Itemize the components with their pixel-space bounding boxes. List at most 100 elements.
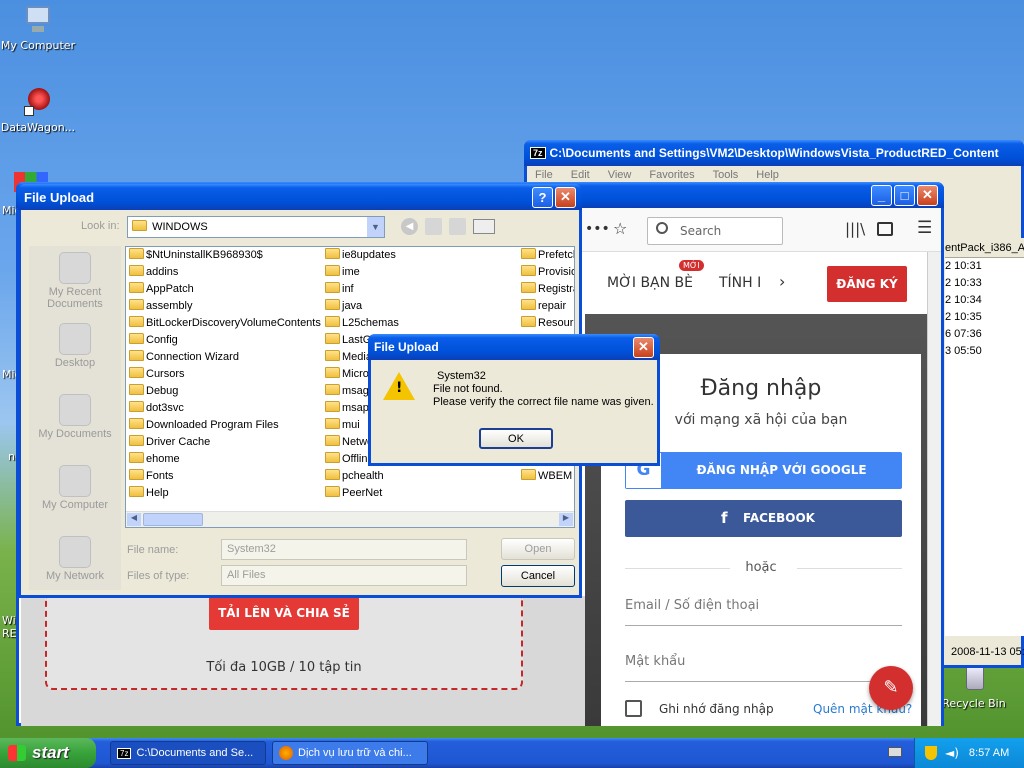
- my-network-icon: [59, 536, 91, 568]
- menu-tools[interactable]: Tools: [713, 169, 739, 181]
- file-name-input[interactable]: System32: [221, 539, 467, 560]
- signup-button[interactable]: ĐĂNG KÝ: [827, 266, 907, 302]
- file-list-item[interactable]: ime: [325, 264, 518, 281]
- file-list-item[interactable]: Prefetch: [521, 247, 574, 264]
- taskbar-item-archive[interactable]: 7z C:\Documents and Se...: [110, 741, 266, 765]
- file-list-item[interactable]: PeerNet: [325, 485, 518, 502]
- taskbar-item-browser[interactable]: Dịch vụ lưu trữ và chi...: [272, 741, 428, 765]
- menu-favorites[interactable]: Favorites: [649, 169, 694, 181]
- file-list-item[interactable]: repair: [521, 298, 574, 315]
- file-upload-titlebar[interactable]: File Upload ? ✕: [18, 184, 582, 210]
- place-my-network[interactable]: My Network: [29, 530, 121, 601]
- back-icon[interactable]: ◀: [401, 218, 418, 235]
- menu-edit[interactable]: Edit: [571, 169, 590, 181]
- file-list-item[interactable]: Driver Cache: [129, 434, 322, 451]
- search-input[interactable]: Search: [647, 217, 783, 245]
- file-list-item[interactable]: Registra: [521, 281, 574, 298]
- bookmark-star-icon[interactable]: ☆: [613, 219, 627, 238]
- file-list-item[interactable]: WBEM: [521, 468, 574, 485]
- look-in-select[interactable]: WINDOWS ▼: [127, 216, 385, 238]
- keyboard-icon[interactable]: [888, 747, 902, 757]
- file-list-item[interactable]: Help: [129, 485, 322, 502]
- file-list-item[interactable]: ie8updates: [325, 247, 518, 264]
- chevron-right-icon[interactable]: ›: [779, 272, 785, 291]
- computer-icon: [22, 4, 54, 36]
- archive-list[interactable]: entPack_i386_AM 2 10:31 2 10:33 2 10:34 …: [945, 238, 1024, 636]
- file-list-item[interactable]: L25chemas: [325, 315, 518, 332]
- desktop-icon-recycle-bin[interactable]: Recycle Bin: [934, 662, 1014, 710]
- scroll-right-icon[interactable]: ▶: [559, 513, 573, 526]
- look-in-value: WINDOWS: [152, 221, 208, 233]
- file-list-item[interactable]: Debug: [129, 383, 322, 400]
- file-list-item[interactable]: dot3svc: [129, 400, 322, 417]
- chevron-down-icon[interactable]: ▼: [367, 217, 384, 237]
- error-close-button[interactable]: ✕: [633, 336, 654, 358]
- file-list-item[interactable]: addins: [129, 264, 322, 281]
- file-name: mui: [342, 419, 360, 431]
- taskbar: start 7z C:\Documents and Se... Dịch vụ …: [0, 738, 1024, 768]
- close-button[interactable]: ✕: [917, 184, 938, 206]
- file-list-item[interactable]: Downloaded Program Files: [129, 417, 322, 434]
- file-type-select[interactable]: All Files: [221, 565, 467, 586]
- file-list-item[interactable]: java: [325, 298, 518, 315]
- start-button[interactable]: start: [0, 738, 96, 768]
- file-list-item[interactable]: pchealth: [325, 468, 518, 485]
- desktop-icon-my-computer[interactable]: My Computer: [0, 4, 78, 52]
- file-list-item[interactable]: Resourc: [521, 315, 574, 332]
- file-list-item[interactable]: ehome: [129, 451, 322, 468]
- open-button[interactable]: Open: [501, 538, 575, 560]
- file-list-item[interactable]: Config: [129, 332, 322, 349]
- browser-scrollbar[interactable]: [927, 252, 941, 726]
- file-list-item[interactable]: Connection Wizard: [129, 349, 322, 366]
- dialog-close-button[interactable]: ✕: [555, 186, 576, 208]
- file-list-item[interactable]: inf: [325, 281, 518, 298]
- file-name: Fonts: [146, 470, 174, 482]
- scroll-left-icon[interactable]: ◀: [127, 513, 141, 526]
- file-list-item[interactable]: Fonts: [129, 468, 322, 485]
- menu-file[interactable]: File: [535, 169, 553, 181]
- up-folder-icon[interactable]: [425, 218, 442, 235]
- desktop-icon-datawagon[interactable]: DataWagon...: [0, 86, 78, 134]
- place-my-documents[interactable]: My Documents: [29, 388, 121, 459]
- upload-share-button[interactable]: TẢI LÊN VÀ CHIA SẺ: [209, 596, 359, 630]
- cancel-button[interactable]: Cancel: [501, 565, 575, 587]
- facebook-login-button[interactable]: f FACEBOOK: [625, 500, 902, 537]
- place-my-computer[interactable]: My Computer: [29, 459, 121, 530]
- help-button[interactable]: ?: [532, 186, 553, 208]
- more-icon[interactable]: •••: [585, 221, 610, 237]
- place-desktop[interactable]: Desktop: [29, 317, 121, 388]
- nav-invite-friends[interactable]: MỜI BẠN BÈ: [607, 275, 693, 291]
- menu-icon[interactable]: ☰: [917, 218, 932, 238]
- file-list-item[interactable]: $NtUninstallKB968930$: [129, 247, 322, 264]
- place-recent-documents[interactable]: My Recent Documents: [29, 246, 121, 317]
- google-login-button[interactable]: G ĐĂNG NHẬP VỚI GOOGLE: [625, 452, 902, 489]
- scroll-thumb[interactable]: [143, 513, 203, 526]
- error-titlebar[interactable]: File Upload ✕: [368, 334, 660, 360]
- security-shield-icon[interactable]: [925, 746, 937, 760]
- upload-panel: TẢI LÊN VÀ CHIA SẺ Tối đa 10GB / 10 tập …: [21, 596, 585, 726]
- file-list-item[interactable]: AppPatch: [129, 281, 322, 298]
- minimize-button[interactable]: _: [871, 184, 892, 206]
- upload-dropzone[interactable]: TẢI LÊN VÀ CHIA SẺ Tối đa 10GB / 10 tập …: [45, 596, 523, 690]
- file-list-item[interactable]: Provisio: [521, 264, 574, 281]
- volume-icon[interactable]: ◄): [945, 746, 959, 760]
- archive-window-titlebar[interactable]: 7z C:\Documents and Settings\VM2\Desktop…: [524, 140, 1024, 166]
- horizontal-scrollbar[interactable]: ◀ ▶: [126, 511, 574, 527]
- archive-column-header[interactable]: entPack_i386_AM: [945, 238, 1024, 258]
- nav-item-partial[interactable]: TÍNH I: [719, 275, 761, 291]
- remember-checkbox[interactable]: [625, 700, 642, 717]
- ok-button[interactable]: OK: [479, 428, 553, 449]
- file-list-item[interactable]: BitLockerDiscoveryVolumeContents: [129, 315, 322, 332]
- library-icon[interactable]: |||\: [845, 220, 865, 238]
- maximize-button[interactable]: □: [894, 184, 915, 206]
- view-menu-icon[interactable]: [473, 219, 495, 234]
- email-field[interactable]: Email / Số điện thoại: [625, 598, 902, 626]
- new-folder-icon[interactable]: [449, 218, 466, 235]
- menu-help[interactable]: Help: [756, 169, 779, 181]
- password-field[interactable]: Mật khẩu: [625, 654, 902, 682]
- file-list-item[interactable]: Cursors: [129, 366, 322, 383]
- attachment-fab[interactable]: ✎: [869, 666, 913, 710]
- menu-view[interactable]: View: [608, 169, 632, 181]
- file-list-item[interactable]: assembly: [129, 298, 322, 315]
- sidebar-icon[interactable]: [877, 222, 893, 236]
